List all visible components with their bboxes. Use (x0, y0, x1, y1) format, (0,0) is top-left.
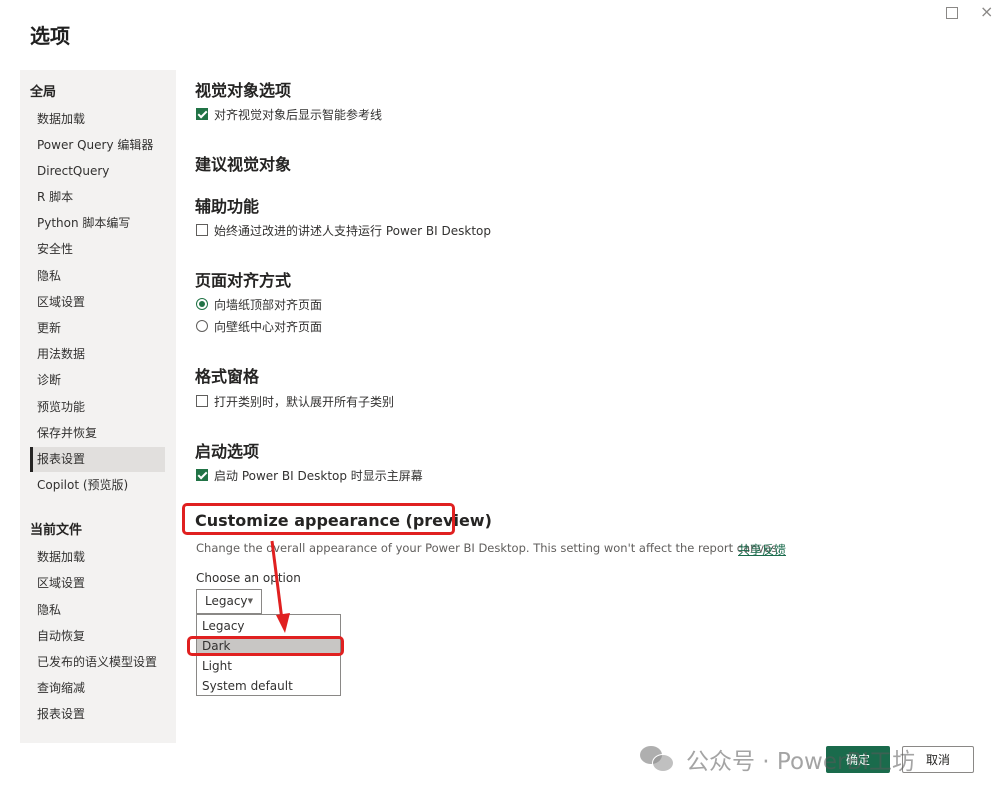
option-smart-guides[interactable]: 对齐视觉对象后显示智能参考线 (196, 106, 382, 122)
option-expand-subcategories-label: 打开类别时，默认展开所有子类别 (214, 394, 395, 409)
annotation-highlight-box (182, 503, 455, 535)
sidebar-item-security[interactable]: 安全性 (30, 237, 165, 262)
sidebar-item-published-model[interactable]: 已发布的语义模型设置 (30, 650, 165, 675)
dropdown-option-system-default[interactable]: System default (197, 676, 340, 696)
sidebar-item-updates[interactable]: 更新 (30, 316, 165, 341)
sidebar-item-python-script[interactable]: Python 脚本编写 (30, 211, 165, 236)
annotation-highlight-box (187, 636, 344, 656)
sidebar-item-power-query-editor[interactable]: Power Query 编辑器 (30, 133, 165, 158)
heading-startup-options: 启动选项 (195, 442, 260, 461)
option-expand-subcategories[interactable]: 打开类别时，默认展开所有子类别 (196, 393, 394, 409)
appearance-dropdown[interactable]: Legacy ▼ (196, 589, 262, 614)
checkbox-unchecked-icon[interactable] (196, 224, 208, 236)
sidebar-item-file-privacy[interactable]: 隐私 (30, 598, 165, 623)
sidebar-item-diagnostics[interactable]: 诊断 (30, 368, 165, 393)
close-icon[interactable]: × (980, 2, 993, 22)
cancel-button[interactable]: 取消 (902, 746, 974, 773)
options-sidebar: 全局 数据加载 Power Query 编辑器 DirectQuery R 脚本… (20, 70, 176, 743)
sidebar-item-usage-data[interactable]: 用法数据 (30, 342, 165, 367)
heading-suggested-visuals: 建议视觉对象 (195, 155, 292, 174)
heading-accessibility: 辅助功能 (195, 197, 260, 216)
sidebar-item-query-reduction[interactable]: 查询缩减 (30, 676, 165, 701)
sidebar-item-file-regional[interactable]: 区域设置 (30, 571, 165, 596)
sidebar-section-global: 全局 (30, 85, 57, 100)
dropdown-option-light[interactable]: Light (197, 656, 340, 676)
option-align-top[interactable]: 向墙纸顶部对齐页面 (196, 296, 322, 312)
radio-unselected-icon[interactable] (196, 320, 208, 332)
sidebar-item-copilot[interactable]: Copilot (预览版) (30, 473, 165, 498)
wechat-icon (640, 744, 674, 774)
checkbox-unchecked-icon[interactable] (196, 395, 208, 407)
option-smart-guides-label: 对齐视觉对象后显示智能参考线 (214, 107, 383, 122)
option-align-center-label: 向壁纸中心对齐页面 (214, 319, 323, 334)
sidebar-item-r-script[interactable]: R 脚本 (30, 185, 165, 210)
appearance-dropdown-value: Legacy (205, 594, 248, 608)
heading-format-pane: 格式窗格 (195, 367, 260, 386)
sidebar-item-file-data-load[interactable]: 数据加载 (30, 545, 165, 570)
dropdown-option-legacy[interactable]: Legacy (197, 616, 340, 636)
sidebar-item-global-report-settings[interactable]: 报表设置 (30, 447, 165, 472)
chevron-down-icon: ▼ (247, 597, 253, 605)
maximize-icon[interactable] (946, 7, 958, 19)
dialog-title: 选项 (30, 24, 70, 48)
option-align-top-label: 向墙纸顶部对齐页面 (214, 297, 323, 312)
share-feedback-link[interactable]: 共享反馈 (738, 541, 786, 558)
option-narrator-support[interactable]: 始终通过改进的讲述人支持运行 Power BI Desktop (196, 222, 491, 238)
option-show-home-screen[interactable]: 启动 Power BI Desktop 时显示主屏幕 (196, 467, 423, 483)
choose-option-label: Choose an option (196, 571, 301, 585)
ok-button[interactable]: 确定 (826, 746, 890, 773)
radio-selected-icon[interactable] (196, 298, 208, 310)
sidebar-item-file-report-settings[interactable]: 报表设置 (30, 702, 165, 727)
checkbox-checked-icon[interactable] (196, 469, 208, 481)
checkbox-checked-icon[interactable] (196, 108, 208, 120)
sidebar-item-global-data-load[interactable]: 数据加载 (30, 107, 165, 132)
sidebar-item-save-recover[interactable]: 保存并恢复 (30, 421, 165, 446)
customize-appearance-description: Change the overall appearance of your Po… (196, 541, 781, 555)
option-narrator-support-label: 始终通过改进的讲述人支持运行 Power BI Desktop (214, 223, 491, 238)
sidebar-section-current-file: 当前文件 (30, 523, 83, 538)
sidebar-item-global-privacy[interactable]: 隐私 (30, 264, 165, 289)
option-show-home-screen-label: 启动 Power BI Desktop 时显示主屏幕 (214, 468, 423, 483)
heading-page-alignment: 页面对齐方式 (195, 271, 292, 290)
sidebar-item-global-regional[interactable]: 区域设置 (30, 290, 165, 315)
sidebar-item-preview-features[interactable]: 预览功能 (30, 395, 165, 420)
sidebar-item-directquery[interactable]: DirectQuery (30, 159, 165, 184)
option-align-center[interactable]: 向壁纸中心对齐页面 (196, 318, 322, 334)
heading-visual-options: 视觉对象选项 (195, 81, 292, 100)
sidebar-item-auto-recovery[interactable]: 自动恢复 (30, 624, 165, 649)
